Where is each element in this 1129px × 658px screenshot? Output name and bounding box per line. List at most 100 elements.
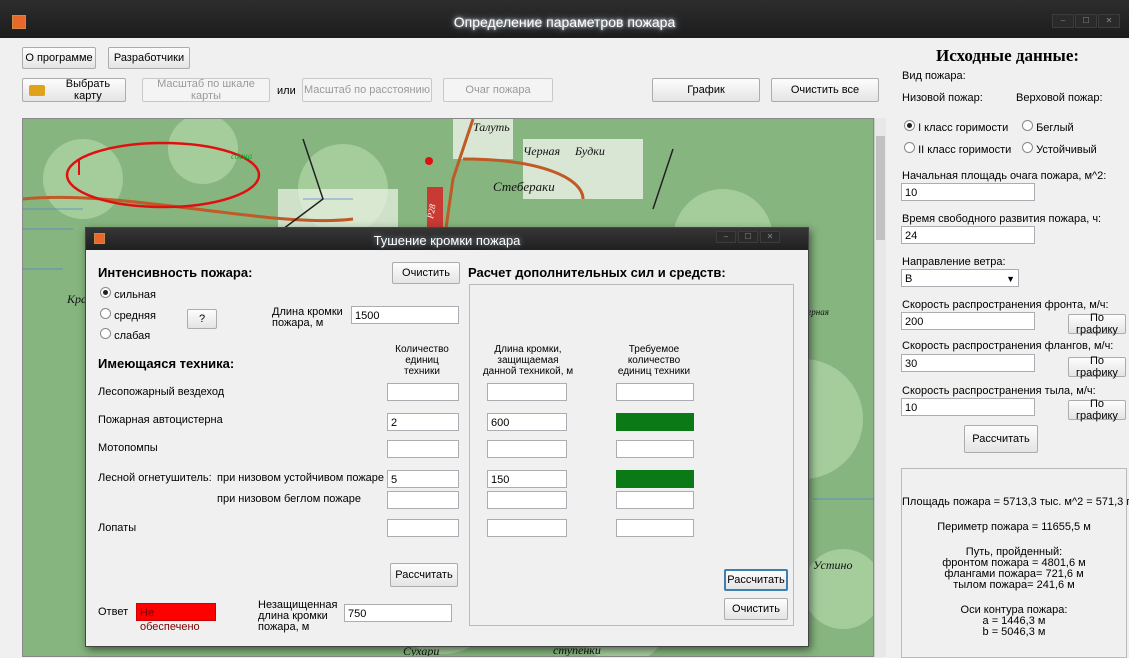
scroll-thumb[interactable] — [876, 136, 885, 240]
extinguisher-steady-count-input[interactable]: 5 — [387, 470, 459, 488]
rear-graph-button[interactable]: По графику — [1068, 398, 1126, 422]
ground-fire-label: Низовой пожар: — [902, 92, 983, 104]
row-label-motopump: Мотопомпы — [98, 442, 158, 454]
dialog-title-bar: Тушение кромки пожара ‒ ☐ ✕ — [86, 228, 808, 250]
radio-icon — [1022, 142, 1033, 153]
running-label: Беглый — [1036, 122, 1074, 134]
motopump-length-input[interactable] — [487, 440, 567, 458]
title-bar: Определение параметров пожара ‒ ☐ ✕ — [0, 0, 1129, 38]
extra-forces-title: Расчет дополнительных сил и средств: — [468, 265, 726, 280]
fire-source-button[interactable]: Очаг пожара — [443, 78, 553, 102]
shovels-length-input[interactable] — [487, 519, 567, 537]
fire-type-label: Вид пожара: — [902, 70, 966, 82]
shovels-required-output — [616, 519, 694, 537]
results-box: Площадь пожара = 5713,3 тыс. м^2 = 571,3… — [901, 468, 1129, 658]
or-label: или — [277, 85, 296, 97]
extinguisher-steady-length-input[interactable]: 150 — [487, 470, 567, 488]
scale-by-distance-button[interactable]: Масштаб по расстоянию — [302, 78, 432, 102]
dialog-calculate-button[interactable]: Рассчитать — [390, 563, 458, 587]
extinguisher-running-count-input[interactable] — [387, 491, 459, 509]
clear-all-button[interactable]: Очистить все — [771, 78, 879, 102]
radio-checked-icon — [100, 287, 111, 298]
scale-by-map-button[interactable]: Масштаб по шкале карты — [142, 78, 270, 102]
input-panel: Исходные данные: Вид пожара: Низовой пож… — [898, 40, 1129, 658]
class1-radio[interactable]: I класс горимости — [904, 120, 1008, 134]
cistern-required-output: 2 — [616, 413, 694, 431]
radio-checked-icon — [904, 120, 915, 131]
strong-radio[interactable]: сильная — [100, 287, 156, 301]
maximize-icon[interactable]: ☐ — [1075, 14, 1097, 28]
map-label-talut: Талуть — [473, 120, 510, 134]
free-time-label: Время свободного развития пожара, ч: — [902, 213, 1102, 225]
dialog-title: Тушение кромки пожара — [373, 233, 521, 248]
steady-radio[interactable]: Устойчивый — [1022, 142, 1097, 156]
vezdehod-count-input[interactable] — [387, 383, 459, 401]
crown-fire-label: Верховой пожар: — [1016, 92, 1103, 104]
motopump-count-input[interactable] — [387, 440, 459, 458]
rear-speed-input[interactable]: 10 — [901, 398, 1035, 416]
weak-radio[interactable]: слабая — [100, 328, 150, 342]
medium-radio[interactable]: средняя — [100, 308, 156, 322]
front-speed-input[interactable]: 200 — [901, 312, 1035, 330]
help-button[interactable]: ? — [187, 309, 217, 329]
initial-area-input[interactable]: 10 — [901, 183, 1035, 201]
result-axis-b: b = 5046,3 м — [982, 626, 1046, 638]
front-speed-label: Скорость распространения фронта, м/ч: — [902, 299, 1109, 311]
map-label-kra: Кра — [66, 292, 87, 306]
running-radio[interactable]: Беглый — [1022, 120, 1074, 134]
map-scrollbar[interactable] — [874, 118, 886, 657]
row-label-extinguisher: Лесной огнетушитель: — [98, 472, 212, 484]
dialog-minimize-icon[interactable]: ‒ — [716, 231, 736, 243]
intensity-title: Интенсивность пожара: — [98, 265, 253, 280]
answer-label: Ответ — [98, 606, 129, 618]
unprotected-label: Незащищенная длина кромки пожара, м — [258, 599, 338, 633]
unprotected-output: 750 — [344, 604, 452, 622]
free-time-input[interactable]: 24 — [901, 226, 1035, 244]
graph-button[interactable]: График — [652, 78, 760, 102]
row-label-vezdehod: Лесопожарный вездеход — [98, 386, 225, 398]
chevron-down-icon: ▼ — [1006, 274, 1015, 284]
extra-calculate-button[interactable]: Рассчитать — [724, 569, 788, 591]
vezdehod-required-output — [616, 383, 694, 401]
front-graph-button[interactable]: По графику — [1068, 312, 1126, 336]
wind-label: Направление ветра: — [902, 256, 1006, 268]
input-panel-title: Исходные данные: — [936, 46, 1080, 65]
strong-label: сильная — [114, 289, 157, 301]
dialog-close-icon[interactable]: ✕ — [760, 231, 780, 243]
class2-radio[interactable]: II класс горимости — [904, 142, 1011, 156]
flank-speed-label: Скорость распространения флангов, м/ч: — [902, 340, 1114, 352]
dialog-maximize-icon[interactable]: ☐ — [738, 231, 758, 243]
wind-select[interactable]: В ▼ — [901, 269, 1019, 287]
map-label-budki: Будки — [574, 144, 605, 158]
row-sublabel-running: при низовом беглом пожаре — [217, 493, 361, 505]
close-icon[interactable]: ✕ — [1098, 14, 1120, 28]
folder-icon — [29, 84, 45, 96]
extinguisher-running-required-output — [616, 491, 694, 509]
row-label-shovels: Лопаты — [98, 522, 137, 534]
calculate-button[interactable]: Рассчитать — [964, 425, 1038, 453]
choose-map-label: Выбрать карту — [65, 78, 111, 102]
window-title: Определение параметров пожара — [453, 14, 676, 30]
extinguisher-running-length-input[interactable] — [487, 491, 567, 509]
map-label-sosna: сосна — [231, 151, 253, 161]
vezdehod-length-input[interactable] — [487, 383, 567, 401]
minimize-icon[interactable]: ‒ — [1052, 14, 1074, 28]
weak-label: слабая — [114, 330, 151, 342]
radio-icon — [1022, 120, 1033, 131]
answer-output: Не обеспечено — [136, 603, 216, 633]
radio-icon — [100, 328, 111, 339]
flank-speed-input[interactable]: 30 — [901, 354, 1035, 372]
developers-button[interactable]: Разработчики — [108, 47, 190, 69]
intensity-clear-button[interactable]: Очистить — [392, 262, 460, 284]
rear-speed-label: Скорость распространения тыла, м/ч: — [902, 385, 1096, 397]
shovels-count-input[interactable] — [387, 519, 459, 537]
flank-graph-button[interactable]: По графику — [1068, 355, 1126, 379]
motopump-required-output — [616, 440, 694, 458]
choose-map-button[interactable]: Выбрать карту — [22, 78, 126, 102]
about-button[interactable]: О программе — [22, 47, 96, 69]
cistern-length-input[interactable]: 600 — [487, 413, 567, 431]
edge-length-input[interactable]: 1500 — [351, 306, 459, 324]
cistern-count-input[interactable]: 2 — [387, 413, 459, 431]
extra-clear-button[interactable]: Очистить — [724, 598, 788, 620]
medium-label: средняя — [114, 310, 156, 322]
